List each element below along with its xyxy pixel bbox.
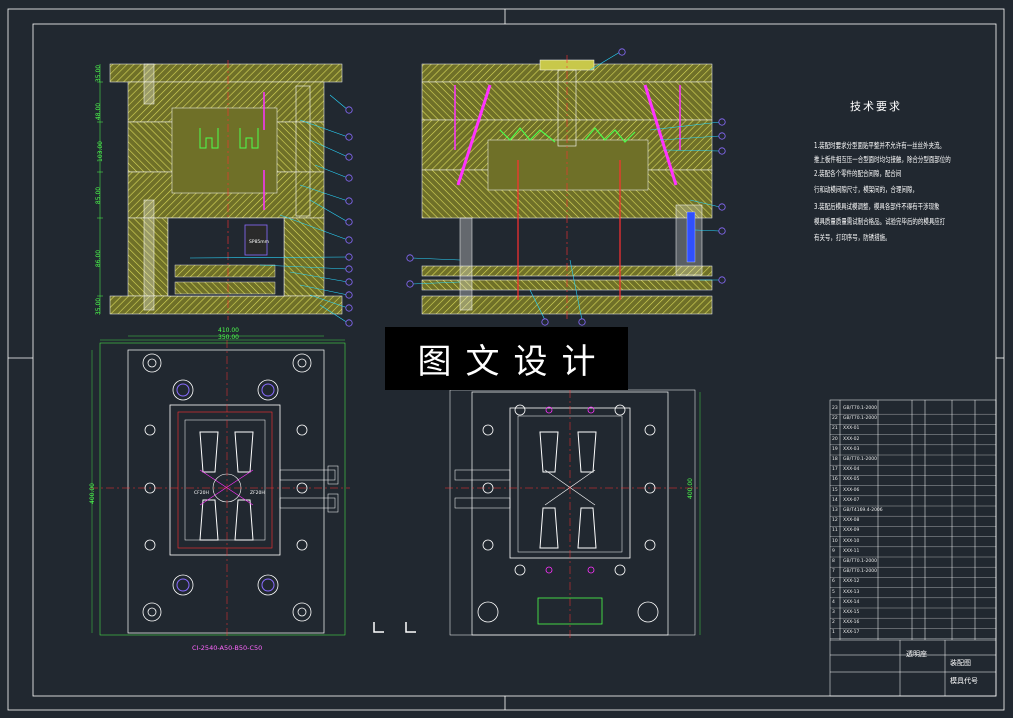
watermark-text: 图文设计 <box>417 342 610 382</box>
bom-row-code: XXX-14 <box>843 599 860 605</box>
bom-row-code: XXX-04 <box>843 467 860 473</box>
bom-row-code: XXX-13 <box>843 589 860 595</box>
dim-left-height-4: 85.00 <box>95 186 103 205</box>
dim-top-width-1: 410.00 <box>218 327 239 334</box>
bom-row-code: XXX-07 <box>843 497 860 503</box>
watermark-banner: 图文设计 <box>385 327 628 390</box>
left-section-view <box>97 60 343 320</box>
dim-height-left: 400.00 <box>89 483 96 504</box>
bom-row-no: 16 <box>832 477 838 483</box>
dim-left-height-6: 35.00 <box>95 297 103 316</box>
bom-row-code: GB/T70.1-2000 <box>843 416 877 422</box>
bom-row-no: 21 <box>832 426 838 432</box>
dim-left-height-2: 48.00 <box>95 102 103 121</box>
tech-line-7: 有关号，打印序号，防锈措施。 <box>814 233 891 242</box>
bom-row-code: XXX-02 <box>843 436 860 442</box>
bom-row-no: 22 <box>832 416 838 422</box>
bom-row-code: XXX-12 <box>843 579 860 585</box>
bom-row-code: XXX-11 <box>843 548 860 554</box>
dim-height-right: 400.00 <box>687 478 694 499</box>
dim-left-height-1: 35.00 <box>95 64 103 83</box>
dim-top-width-2: 350.00 <box>218 334 239 341</box>
tech-line-5: 3.装配后模具试模调整，模具各部件不得有干涉现象 <box>814 202 940 211</box>
bom-row-no: 23 <box>832 406 838 411</box>
bom-row-no: 5 <box>832 589 835 595</box>
bom-row-code: XXX-08 <box>843 518 860 524</box>
bottom-caption: CI-2540-A50-B50-C50 <box>192 644 263 652</box>
bom-row-no: 6 <box>832 579 835 585</box>
bom-row-no: 15 <box>832 487 838 493</box>
bom-row-code: XXX-10 <box>843 538 860 544</box>
bom-row-code: XXX-16 <box>843 620 860 626</box>
title-drawing-no: 模具代号 <box>950 677 978 685</box>
bom-row-no: 1 <box>832 630 835 636</box>
bom-row-no: 12 <box>832 518 838 524</box>
cavity-label: SP85mm <box>249 240 270 245</box>
dim-left-height-5: 86.00 <box>95 249 103 268</box>
bom-row-code: GB/T70.1-2000 <box>843 406 877 411</box>
bom-row-no: 18 <box>832 457 838 462</box>
bom-row-no: 8 <box>832 559 835 564</box>
bom-row-no: 14 <box>832 497 838 503</box>
left-balloons <box>345 106 353 327</box>
bom-row-code: XXX-17 <box>843 630 860 636</box>
tech-line-6: 模具质量质量需试制合格品。试验完毕后的的模具应打 <box>814 217 946 226</box>
center-tag-left: CF20H <box>194 491 209 496</box>
tech-line-2: 推上板件相互压一合型面时均匀接触，除合分型面部位的 <box>814 155 951 164</box>
bom-row-no: 9 <box>832 548 835 554</box>
bom-row-no: 2 <box>832 620 835 626</box>
bom-row-code: XXX-06 <box>843 487 860 493</box>
bom-row-code: XXX-03 <box>843 446 860 452</box>
bom-row-code: XXX-09 <box>843 528 860 534</box>
title-part-name: 透明座 <box>906 650 927 658</box>
bom-row-no: 7 <box>832 569 835 575</box>
center-tag-right: ZF20H <box>250 491 265 496</box>
bom-row-code: XXX-05 <box>843 477 860 483</box>
bom-row-no: 20 <box>832 436 838 442</box>
bom-row-code: GB/T4169.4-2006 <box>843 508 883 513</box>
bom-row-code: XXX-15 <box>843 610 860 615</box>
bom-row-code: GB/T70.1-2000 <box>843 559 877 564</box>
bom-row-code: GB/T70.1-2000 <box>843 569 877 575</box>
bom-row-no: 13 <box>832 508 838 513</box>
tech-line-4: 行和动模间隙尺寸，模架间的，合理间隙， <box>814 185 918 194</box>
bom-row-no: 3 <box>832 610 835 615</box>
bom-row-no: 10 <box>832 538 838 544</box>
bom-row-no: 11 <box>832 528 838 534</box>
right-section-view <box>421 55 713 320</box>
tech-line-1: 1.装配时要求分型面贴平整并不允许有一丝丝外夹流。 <box>814 141 945 150</box>
title-drawing-label: 装配图 <box>950 659 971 667</box>
bom-row-no: 19 <box>832 446 838 452</box>
bom-row-no: 4 <box>832 599 835 605</box>
bom-row-code: XXX-01 <box>843 426 860 432</box>
right-plan-view <box>373 389 701 640</box>
bom-row-no: 17 <box>832 467 838 473</box>
left-plan-view <box>90 335 350 640</box>
bom-row-code: GB/T70.1-2000 <box>843 457 877 462</box>
dim-left-height-3: 103.00 <box>97 141 104 162</box>
tech-line-3: 2.装配各个零件的配合间隙，配合间 <box>814 169 902 178</box>
tech-requirements-title: 技术要求 <box>850 100 902 113</box>
